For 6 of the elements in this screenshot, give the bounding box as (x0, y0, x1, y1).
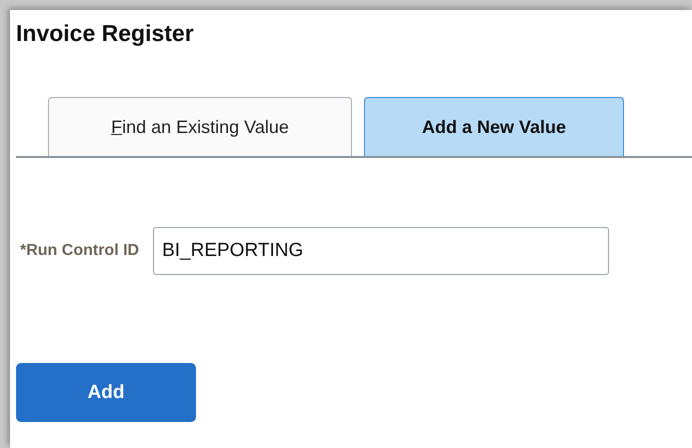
tab[interactable]: Find an Existing Value (48, 97, 352, 156)
field-label: *Run Control ID (20, 242, 140, 260)
add-button[interactable]: Add (16, 363, 196, 422)
page-title: Invoice Register (16, 19, 195, 47)
input-field[interactable]: BI_REPORTING (153, 227, 610, 275)
tab[interactable]: Add a New Value (364, 97, 624, 156)
